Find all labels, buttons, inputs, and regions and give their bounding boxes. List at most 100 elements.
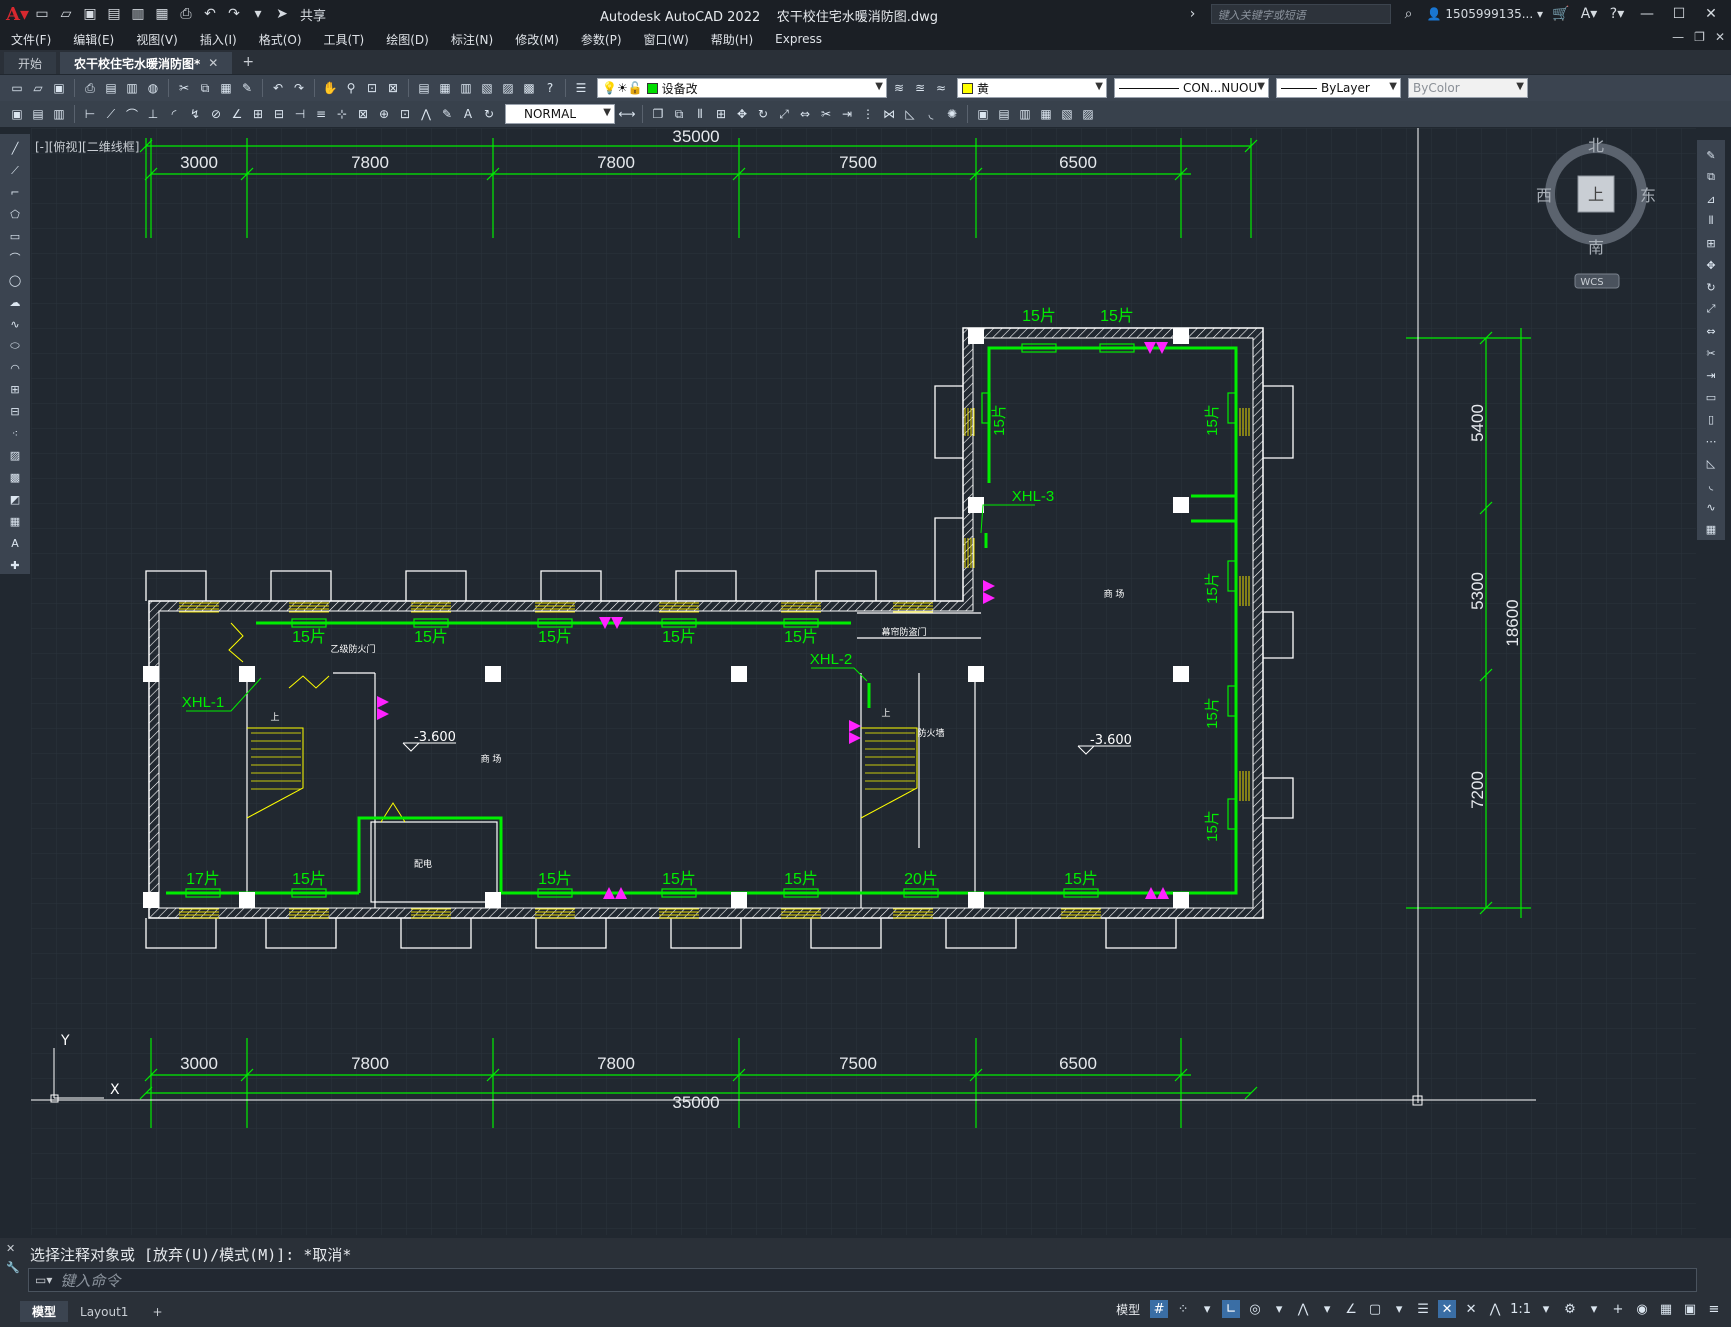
3d-print-icon[interactable]: ◍ — [144, 79, 162, 97]
dim-right-text[interactable]: 5400 — [1468, 404, 1487, 442]
zoom-realtime-icon[interactable]: ⚲ — [342, 79, 360, 97]
dim-total-top[interactable]: 35000 — [672, 128, 719, 146]
new-icon[interactable]: ▭ — [32, 4, 52, 24]
qat-dropdown-icon[interactable]: ▾ — [248, 4, 268, 24]
r-explode-icon[interactable]: ▦ — [1702, 520, 1720, 538]
radiator-label[interactable]: 20片 — [904, 870, 938, 888]
web-save-icon[interactable]: ▦ — [152, 4, 172, 24]
isodraft-dropdown-icon[interactable]: ▾ — [1318, 1300, 1336, 1318]
label-up-1[interactable]: 上 — [270, 712, 279, 723]
dim-aligned-icon[interactable]: ⟋ — [102, 105, 120, 123]
textstyle-dropdown[interactable]: NORMAL ▼ — [505, 104, 615, 124]
customization-icon[interactable]: ≡ — [1705, 1300, 1723, 1318]
radiator-label[interactable]: 15片 — [538, 870, 572, 888]
open-icon[interactable]: ▱ — [56, 4, 76, 24]
arc-icon[interactable]: ⌒ — [6, 250, 24, 268]
layer-iso-icon[interactable]: ▤ — [29, 105, 47, 123]
r-move-icon[interactable]: ✥ — [1702, 256, 1720, 274]
polyline-icon[interactable]: ⌐ — [6, 184, 24, 202]
user-account[interactable]: 👤 1505999135... ▾ — [1427, 7, 1543, 21]
radiator-label[interactable]: 15片 — [662, 870, 696, 888]
tool-palettes-icon[interactable]: ▥ — [457, 79, 475, 97]
snap-icon[interactable]: ⁘ — [1174, 1300, 1192, 1318]
web-open-icon[interactable]: ▥ — [128, 4, 148, 24]
close-icon[interactable]: ✕ — [1699, 6, 1723, 22]
properties-icon[interactable]: ▤ — [415, 79, 433, 97]
sheet-set-icon[interactable]: ▧ — [478, 79, 496, 97]
markup-icon[interactable]: ▨ — [499, 79, 517, 97]
room-firewall[interactable]: 防火墙 — [917, 727, 944, 739]
dim-right-text[interactable]: 7200 — [1468, 771, 1487, 809]
scale-icon[interactable]: ⤢ — [775, 105, 793, 123]
print-icon[interactable]: ⎙ — [81, 79, 99, 97]
menu-modify[interactable]: 修改(M) — [504, 31, 570, 48]
menu-format[interactable]: 格式(O) — [248, 31, 313, 48]
offset-icon[interactable]: ⫴ — [691, 105, 709, 123]
label-security-door[interactable]: 幕帘防盗门 — [881, 626, 926, 638]
paste-icon[interactable]: ▦ — [217, 79, 235, 97]
menu-draw[interactable]: 绘图(D) — [375, 31, 440, 48]
mirror-icon[interactable]: ⧉ — [670, 105, 688, 123]
lineweight-dropdown[interactable]: ByLayer ▼ — [1276, 78, 1401, 98]
cut-icon[interactable]: ✂ — [175, 79, 193, 97]
isolate-icon[interactable]: ◉ — [1633, 1300, 1651, 1318]
label-fire-door[interactable]: 乙级防火门 — [330, 643, 375, 655]
draworder-icon[interactable]: ▣ — [974, 105, 992, 123]
plus-icon[interactable]: + — [1609, 1300, 1627, 1318]
redo-icon[interactable]: ↷ — [224, 4, 244, 24]
search-input[interactable]: 键入关键字或短语 — [1210, 4, 1391, 24]
dim-continue-icon[interactable]: ⊣ — [291, 105, 309, 123]
command-prompt-icon[interactable]: ▭▾ — [35, 1273, 52, 1287]
help-icon[interactable]: ?▾ — [1607, 4, 1627, 24]
r-scale-icon[interactable]: ⤢ — [1702, 300, 1720, 318]
inspect-icon[interactable]: ⊡ — [396, 105, 414, 123]
r-offset-icon[interactable]: ⫴ — [1702, 212, 1720, 230]
stretch-icon[interactable]: ⇔ — [796, 105, 814, 123]
room-power[interactable]: 配电 — [414, 858, 432, 870]
r-break-icon[interactable]: ▭ — [1702, 388, 1720, 406]
annotation-scale-icon[interactable]: ⋀ — [1486, 1300, 1504, 1318]
copy-obj-icon[interactable]: ❐ — [649, 105, 667, 123]
center-mark-icon[interactable]: ⊕ — [375, 105, 393, 123]
break-icon[interactable]: ⋮ — [859, 105, 877, 123]
radiator-label[interactable]: 15片 — [1100, 307, 1134, 325]
zoom-window-icon[interactable]: ⊡ — [363, 79, 381, 97]
r-fillet-icon[interactable]: ◟ — [1702, 476, 1720, 494]
save-icon[interactable]: ▣ — [80, 4, 100, 24]
make-block-icon[interactable]: ⊟ — [6, 403, 24, 421]
join-icon[interactable]: ⋈ — [880, 105, 898, 123]
r-mirror-icon[interactable]: ⊿ — [1702, 190, 1720, 208]
dim-bottom-text[interactable]: 7800 — [351, 1054, 389, 1073]
viewcube-top[interactable]: 上 — [1588, 185, 1604, 204]
doc-restore-icon[interactable]: ❐ — [1694, 30, 1705, 44]
r-stretch-icon[interactable]: ⇔ — [1702, 322, 1720, 340]
region-icon[interactable]: ◩ — [6, 491, 24, 509]
dim-top-text[interactable]: 7800 — [597, 153, 635, 172]
isodraft-icon[interactable]: ⋀ — [1294, 1300, 1312, 1318]
viewcube-south[interactable]: 南 — [1588, 238, 1604, 257]
doc-close-icon[interactable]: ✕ — [1715, 30, 1725, 44]
customize-icon[interactable]: 🔧 — [6, 1261, 20, 1274]
toolbar-redo-icon[interactable]: ↷ — [290, 79, 308, 97]
dim-right-total[interactable]: 18600 — [1503, 599, 1522, 646]
dim-update-icon[interactable]: ↻ — [480, 105, 498, 123]
drawing-canvas[interactable]: [-][俯视][二维线框] 3000 7800 7800 7500 6500 3000 78… — [31, 128, 1696, 1235]
menu-dimension[interactable]: 标注(N) — [440, 31, 504, 48]
zoom-previous-icon[interactable]: ⊠ — [384, 79, 402, 97]
dim-top-text[interactable]: 7500 — [839, 153, 877, 172]
dim-edit-icon[interactable]: ✎ — [438, 105, 456, 123]
preview-icon[interactable]: ▤ — [102, 79, 120, 97]
viewcube[interactable]: 上 北 南 东 西 WCS — [1534, 134, 1658, 304]
hatch-icon[interactable]: ▨ — [6, 447, 24, 465]
r-array-icon[interactable]: ⊞ — [1702, 234, 1720, 252]
elevation-2[interactable]: -3.600 — [1090, 733, 1132, 748]
copy-icon[interactable]: ⧉ — [196, 79, 214, 97]
text-above-icon[interactable]: ▦ — [1037, 105, 1055, 123]
r-rotate-icon[interactable]: ↻ — [1702, 278, 1720, 296]
annotation-visibility-icon[interactable]: ✕ — [1438, 1300, 1457, 1318]
room-mall-2[interactable]: 商 场 — [1104, 588, 1125, 600]
ellipse-arc-icon[interactable]: ◠ — [6, 359, 24, 377]
construction-line-icon[interactable]: ⟋ — [6, 162, 24, 180]
tolerance-icon[interactable]: ⊠ — [354, 105, 372, 123]
otrack-icon[interactable]: ∠ — [1342, 1300, 1360, 1318]
